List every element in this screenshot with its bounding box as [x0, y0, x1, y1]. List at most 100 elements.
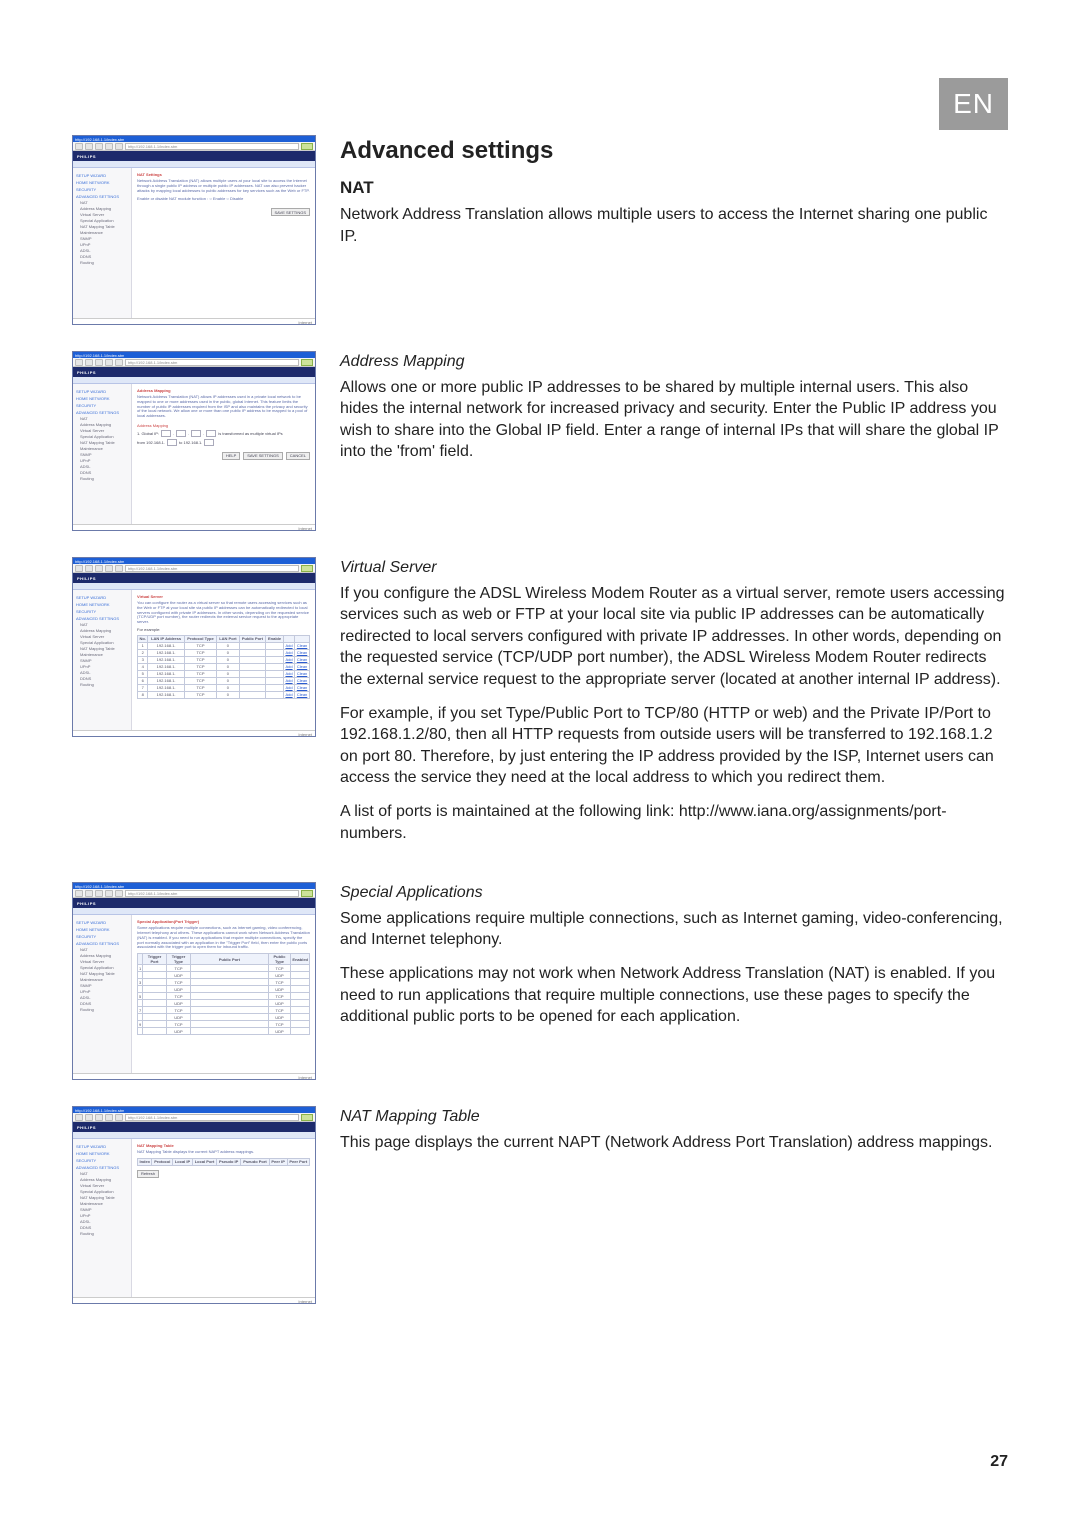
mini-body: SETUP WIZARD HOME NETWORK SECURITY ADVAN…	[73, 384, 315, 524]
heading-nat: NAT	[340, 177, 1008, 200]
mini-special-applications: http://192.168.1.1/index.stm http://192.…	[72, 882, 316, 1080]
vs-row: 8192.168.1.TCP0AddClean	[138, 691, 310, 698]
side-item: Special Application	[80, 1189, 128, 1194]
section-address-mapping: http://192.168.1.1/index.stm http://192.…	[72, 351, 1008, 531]
refresh-icon	[105, 565, 113, 572]
vs-row: 2192.168.1.TCP0AddClean	[138, 649, 310, 656]
nmt-th: Pseudo Port	[241, 1158, 270, 1165]
to-label: to 192.168.1.	[179, 440, 202, 445]
sa-row: 3TCPTCP	[138, 979, 310, 986]
side-grp: HOME NETWORK	[76, 927, 128, 932]
vs-th: LAN Port	[217, 635, 239, 642]
screenshot-virtual-server: http://192.168.1.1/index.stm http://192.…	[72, 557, 314, 737]
brand-bar: PHILIPS	[73, 367, 315, 377]
mini-body: SETUP WIZARD HOME NETWORK SECURITY ADVAN…	[73, 590, 315, 730]
side-item: Virtual Server	[80, 1183, 128, 1188]
screenshot-nat: http://192.168.1.1/index.stm http://192.…	[72, 135, 314, 325]
side-item: UPnP	[80, 1213, 128, 1218]
side-item: ADSL	[80, 248, 128, 253]
side-item: NAT Mapping Table	[80, 440, 128, 445]
heading-advanced-settings: Advanced settings	[340, 135, 1008, 167]
vs-th	[295, 635, 310, 642]
side-grp: HOME NETWORK	[76, 602, 128, 607]
save-button: SAVE SETTINGS	[271, 208, 311, 216]
cancel-button: CANCEL	[286, 452, 310, 460]
section-special-applications: http://192.168.1.1/index.stm http://192.…	[72, 882, 1008, 1080]
side-grp: ADVANCED SETTINGS	[76, 1165, 128, 1170]
sa-row: 5TCPTCP	[138, 993, 310, 1000]
section-virtual-server: http://192.168.1.1/index.stm http://192.…	[72, 557, 1008, 856]
panel-title: Address Mapping	[137, 388, 310, 393]
side-item: NAT	[80, 947, 128, 952]
address-bar: http://192.168.1.1/index.stm	[125, 143, 299, 150]
home-icon	[115, 1114, 123, 1121]
mini-virtual-server: http://192.168.1.1/index.stm http://192.…	[72, 557, 316, 737]
vs-header-row: No. LAN IP Address Protocol Type LAN Por…	[138, 635, 310, 642]
back-icon	[75, 143, 83, 150]
go-button	[301, 359, 313, 366]
vs-row: 1192.168.1.TCP0AddClean	[138, 642, 310, 649]
sa-table: Trigger Port Trigger Type Public Port Pu…	[137, 953, 310, 1035]
ip-octet-input	[191, 430, 201, 437]
browser-toolbar: http://192.168.1.1/index.stm	[73, 564, 315, 573]
vs-row: 3192.168.1.TCP0AddClean	[138, 656, 310, 663]
side-item: Virtual Server	[80, 634, 128, 639]
fwd-icon	[85, 890, 93, 897]
panel-title: NAT Settings	[137, 172, 310, 177]
panel-title: NAT Mapping Table	[137, 1143, 310, 1148]
side-grp: SETUP WIZARD	[76, 595, 128, 600]
mini-main: Virtual Server You can configure the rou…	[132, 590, 315, 730]
page-number: 27	[990, 1453, 1008, 1471]
side-item: Routing	[80, 682, 128, 687]
mini-address-mapping: http://192.168.1.1/index.stm http://192.…	[72, 351, 316, 531]
side-item: Maintenance	[80, 652, 128, 657]
help-button: HELP	[222, 452, 240, 460]
sa-header-row: Trigger Port Trigger Type Public Port Pu…	[138, 954, 310, 965]
brand-bar: PHILIPS	[73, 151, 315, 161]
side-grp: SETUP WIZARD	[76, 920, 128, 925]
nmt-paragraph: This page displays the current NAPT (Net…	[340, 1132, 1008, 1154]
side-item: Maintenance	[80, 1201, 128, 1206]
fwd-icon	[85, 143, 93, 150]
brand-bar: PHILIPS	[73, 573, 315, 583]
sa-th: Trigger Port	[143, 954, 167, 965]
sa-row: 7TCPTCP	[138, 1007, 310, 1014]
sub-bar	[73, 583, 315, 590]
side-item: DDNS	[80, 470, 128, 475]
screenshot-nat-mapping-table: http://192.168.1.1/index.stm http://192.…	[72, 1106, 314, 1304]
side-grp: SECURITY	[76, 403, 128, 408]
special-applications-text: Special Applications Some applications r…	[340, 882, 1008, 1040]
vs-th	[283, 635, 294, 642]
refresh-icon	[105, 1114, 113, 1121]
mini-sidebar: SETUP WIZARD HOME NETWORK SECURITY ADVAN…	[73, 590, 132, 730]
mini-nat-mapping-table: http://192.168.1.1/index.stm http://192.…	[72, 1106, 316, 1304]
ip-octet-input	[161, 430, 171, 437]
side-item: SNMP	[80, 658, 128, 663]
go-button	[301, 143, 313, 150]
side-item: UPnP	[80, 989, 128, 994]
mini-body: SETUP WIZARD HOME NETWORK SECURITY ADVAN…	[73, 168, 315, 318]
vs-th: LAN IP Address	[148, 635, 184, 642]
mini-main: NAT Settings Network Address Translation…	[132, 168, 315, 318]
nmt-th: Local Port	[192, 1158, 216, 1165]
side-item: Virtual Server	[80, 428, 128, 433]
section-nat-mapping-table: http://192.168.1.1/index.stm http://192.…	[72, 1106, 1008, 1304]
vs-row: 4192.168.1.TCP0AddClean	[138, 663, 310, 670]
mini-nat: http://192.168.1.1/index.stm http://192.…	[72, 135, 316, 325]
side-grp: ADVANCED SETTINGS	[76, 194, 128, 199]
fwd-icon	[85, 565, 93, 572]
from-input	[167, 439, 177, 446]
go-button	[301, 1114, 313, 1121]
heading-virtual-server: Virtual Server	[340, 557, 1008, 579]
stop-icon	[95, 1114, 103, 1121]
panel-desc: You can configure the router as a virtua…	[137, 601, 310, 625]
save-button: SAVE SETTINGS	[243, 452, 283, 460]
address-bar: http://192.168.1.1/index.stm	[125, 565, 299, 572]
side-item: ADSL	[80, 995, 128, 1000]
sa-th: Public Type	[268, 954, 291, 965]
stop-icon	[95, 359, 103, 366]
side-item: SNMP	[80, 1207, 128, 1212]
refresh-icon	[105, 890, 113, 897]
go-button	[301, 890, 313, 897]
status-bar: Internet	[73, 1073, 315, 1080]
